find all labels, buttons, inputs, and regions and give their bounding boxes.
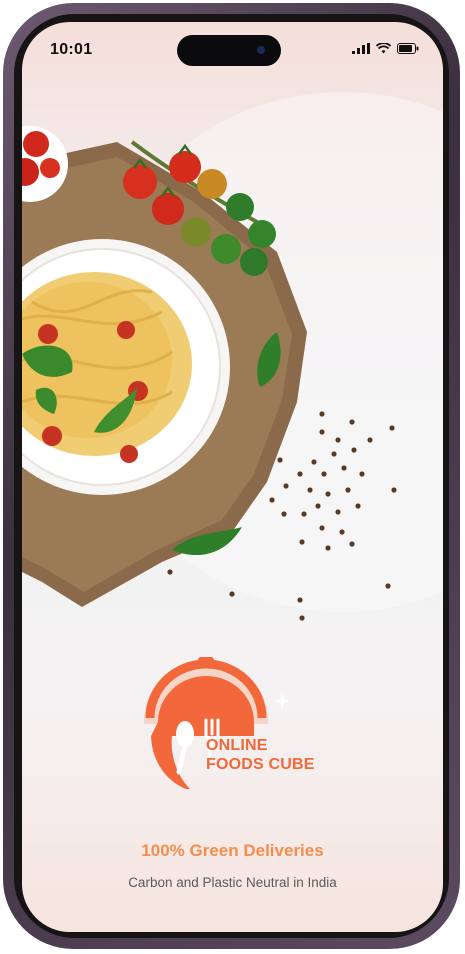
battery-icon — [397, 43, 419, 54]
brand-line-1: ONLINE — [206, 737, 268, 754]
app-screen: 10:01 ONLINE FOODS CUBE 100% Green Deliv… — [22, 22, 443, 932]
wifi-icon — [376, 43, 391, 54]
signal-icon — [352, 43, 370, 54]
brand-line-2: FOODS CUBE — [206, 756, 315, 773]
tagline: 100% Green Deliveries — [141, 841, 324, 860]
dynamic-island — [177, 35, 281, 66]
brand-name: ONLINE FOODS CUBE — [206, 736, 315, 774]
status-icons — [352, 43, 419, 54]
status-bar: 10:01 — [22, 22, 443, 76]
pasta-dish-illustration — [22, 126, 397, 621]
status-time: 10:01 — [50, 41, 93, 58]
subtitle: Carbon and Plastic Neutral in India — [128, 875, 337, 890]
brand-logo: ONLINE FOODS CUBE — [142, 654, 332, 789]
